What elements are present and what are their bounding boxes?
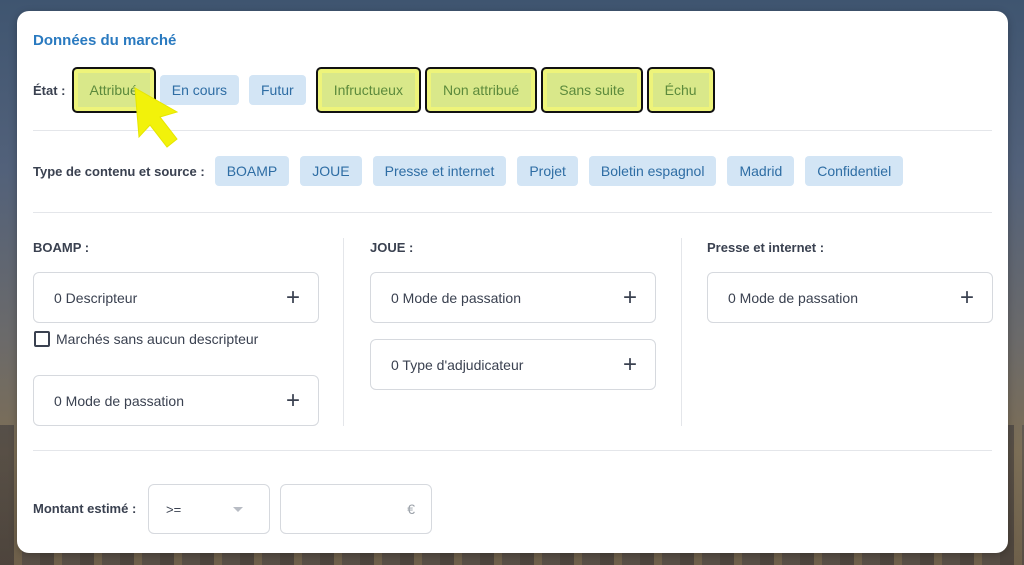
joue-type-adjudicateur-text: 0 Type d'adjudicateur bbox=[391, 356, 524, 373]
chip-futur[interactable]: Futur bbox=[249, 75, 306, 105]
chip-echu[interactable]: Échu bbox=[646, 67, 715, 113]
chip-non-attribue[interactable]: Non attribué bbox=[424, 67, 538, 113]
boamp-mode-passation-field[interactable]: 0 Mode de passation + bbox=[33, 375, 319, 426]
joue-type-adjudicateur-field[interactable]: 0 Type d'adjudicateur + bbox=[370, 339, 656, 390]
divider bbox=[33, 212, 992, 213]
etat-label: État : bbox=[33, 82, 66, 98]
plus-icon[interactable]: + bbox=[286, 285, 300, 310]
plus-icon[interactable]: + bbox=[286, 388, 300, 413]
column-divider bbox=[681, 238, 682, 426]
chip-sans-suite[interactable]: Sans suite bbox=[541, 67, 643, 113]
chip-confidentiel[interactable]: Confidentiel bbox=[805, 156, 904, 186]
presse-mode-passation-text: 0 Mode de passation bbox=[728, 289, 858, 306]
source-label: Type de contenu et source : bbox=[33, 163, 205, 179]
chip-presse-internet[interactable]: Presse et internet bbox=[372, 156, 507, 186]
montant-operator-select[interactable]: >= bbox=[148, 484, 270, 534]
boamp-label: BOAMP : bbox=[33, 240, 90, 255]
chip-infructueux[interactable]: Infructueux bbox=[315, 67, 421, 113]
joue-mode-passation-field[interactable]: 0 Mode de passation + bbox=[370, 272, 656, 323]
plus-icon[interactable]: + bbox=[623, 285, 637, 310]
caret-down-icon bbox=[233, 506, 243, 512]
chip-boletin-espagnol[interactable]: Boletin espagnol bbox=[588, 156, 717, 186]
presse-mode-passation-field[interactable]: 0 Mode de passation + bbox=[707, 272, 993, 323]
no-descripteur-label: Marchés sans aucun descripteur bbox=[56, 331, 259, 347]
divider bbox=[33, 450, 992, 451]
operator-value: >= bbox=[166, 501, 182, 517]
presse-label: Presse et internet : bbox=[707, 240, 825, 255]
montant-label: Montant estimé : bbox=[33, 501, 137, 516]
montant-amount-input[interactable]: € bbox=[280, 484, 432, 534]
no-descripteur-checkbox-row[interactable]: Marchés sans aucun descripteur bbox=[34, 331, 258, 347]
chip-madrid[interactable]: Madrid bbox=[727, 156, 795, 186]
boamp-descripteur-field[interactable]: 0 Descripteur + bbox=[33, 272, 319, 323]
plus-icon[interactable]: + bbox=[960, 285, 974, 310]
boamp-mode-passation-text: 0 Mode de passation bbox=[54, 392, 184, 409]
joue-mode-passation-text: 0 Mode de passation bbox=[391, 289, 521, 306]
no-descripteur-checkbox[interactable] bbox=[34, 331, 50, 347]
currency-symbol: € bbox=[407, 501, 415, 517]
pointer-arrow-icon bbox=[134, 87, 179, 148]
plus-icon[interactable]: + bbox=[623, 352, 637, 377]
column-divider bbox=[343, 238, 344, 426]
joue-label: JOUE : bbox=[370, 240, 414, 255]
chip-boamp[interactable]: BOAMP bbox=[214, 156, 290, 186]
chip-joue[interactable]: JOUE bbox=[300, 156, 362, 186]
source-filter-row: Type de contenu et source : BOAMP JOUE P… bbox=[33, 156, 914, 186]
boamp-descripteur-text: 0 Descripteur bbox=[54, 289, 138, 306]
chip-projet[interactable]: Projet bbox=[517, 156, 578, 186]
panel-title: Données du marché bbox=[33, 32, 177, 49]
